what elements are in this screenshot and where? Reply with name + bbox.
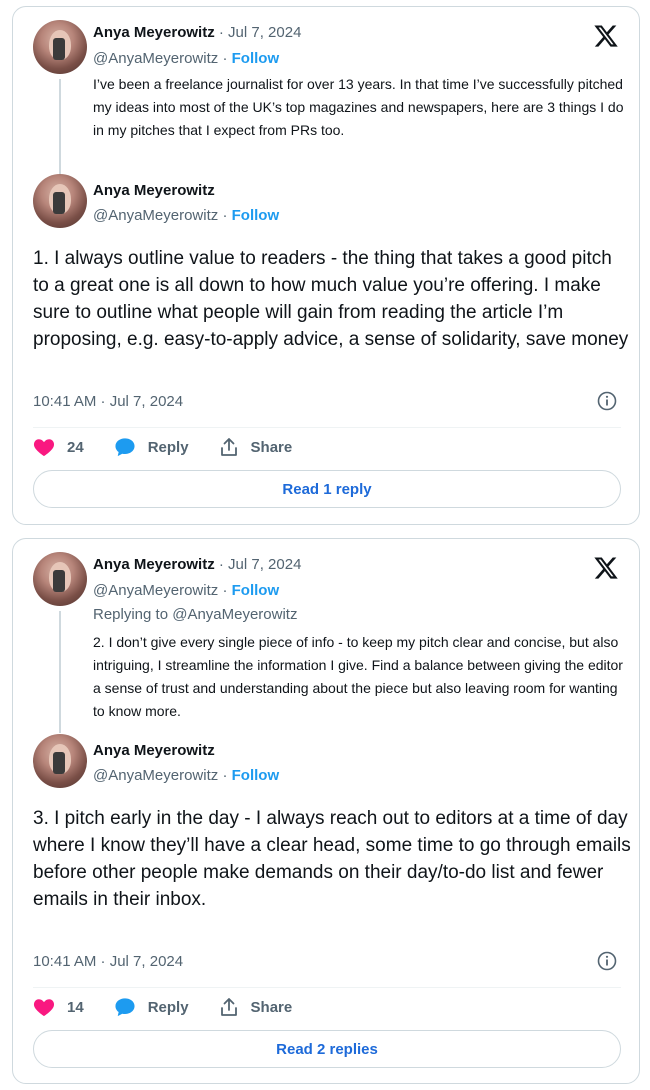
main-tweet-text: 3. I pitch early in the day - I always r… [33,808,631,910]
parent-handle-line: @AnyaMeyerowitz · Follow [93,50,279,67]
reply-button[interactable]: Reply [114,997,189,1017]
follow-link[interactable]: Follow [232,50,280,67]
parent-author-line: Anya Meyerowitz · Jul 7, 2024 [93,24,301,41]
main-tweet-text: 1. I always outline value to readers - t… [33,248,629,350]
reply-label: Reply [147,438,189,456]
avatar[interactable] [33,20,87,74]
author-name[interactable]: Anya Meyerowitz [93,182,215,199]
like-count: 14 [67,998,84,1016]
parent-tweet-text: 2. I don’t give every single piece of in… [93,634,623,719]
thread-line [59,611,61,733]
divider [33,987,621,988]
info-icon[interactable] [597,951,617,971]
replying-to-label[interactable]: Replying to @AnyaMeyerowitz [93,606,297,623]
thread-line [59,79,61,177]
like-button[interactable]: 14 [33,997,84,1017]
author-handle[interactable]: @AnyaMeyerowitz [93,582,218,599]
heart-icon [33,439,55,457]
author-handle[interactable]: @AnyaMeyerowitz [93,767,218,784]
tweet-embed-card: Anya Meyerowitz · Jul 7, 2024 @AnyaMeyer… [12,6,640,525]
follow-link[interactable]: Follow [232,207,280,224]
x-logo-icon[interactable] [593,555,619,581]
separator-dot: · [218,50,232,67]
share-icon [220,438,237,456]
speech-bubble-icon [115,998,135,1017]
share-button[interactable]: Share [219,437,293,457]
speech-bubble-icon [115,438,135,457]
main-handle-line: @AnyaMeyerowitz · Follow [93,767,279,784]
info-icon[interactable] [597,391,617,411]
author-handle[interactable]: @AnyaMeyerowitz [93,207,218,224]
tweet-timestamp[interactable]: 10:41 AM · Jul 7, 2024 [33,953,183,970]
read-replies-button[interactable]: Read 2 replies [33,1030,621,1068]
tweet-embed-card: Anya Meyerowitz · Jul 7, 2024 @AnyaMeyer… [12,538,640,1084]
divider [33,427,621,428]
separator-dot: · [218,207,232,224]
avatar[interactable] [33,174,87,228]
main-author-line: Anya Meyerowitz [93,742,215,759]
author-handle[interactable]: @AnyaMeyerowitz [93,50,218,67]
action-bar: 24 Reply Share [33,435,322,459]
main-handle-line: @AnyaMeyerowitz · Follow [93,207,279,224]
author-name[interactable]: Anya Meyerowitz [93,742,215,759]
tweet-date[interactable]: · Jul 7, 2024 [215,556,302,573]
heart-icon [33,999,55,1017]
follow-link[interactable]: Follow [232,582,280,599]
parent-tweet-text: I’ve been a freelance journalist for ove… [93,76,624,138]
like-count: 24 [67,438,84,456]
separator-dot: · [218,582,232,599]
author-name[interactable]: Anya Meyerowitz [93,556,215,573]
share-label: Share [250,998,293,1016]
parent-author-line: Anya Meyerowitz · Jul 7, 2024 [93,556,301,573]
avatar[interactable] [33,734,87,788]
share-icon [220,998,237,1016]
tweet-date[interactable]: · Jul 7, 2024 [215,24,302,41]
share-label: Share [250,438,293,456]
author-name[interactable]: Anya Meyerowitz [93,24,215,41]
parent-handle-line: @AnyaMeyerowitz · Follow [93,582,279,599]
reply-label: Reply [147,998,189,1016]
x-logo-icon[interactable] [593,23,619,49]
like-button[interactable]: 24 [33,437,84,457]
action-bar: 14 Reply Share [33,995,322,1019]
avatar[interactable] [33,552,87,606]
main-author-line: Anya Meyerowitz [93,182,215,199]
follow-link[interactable]: Follow [232,767,280,784]
share-button[interactable]: Share [219,997,293,1017]
read-replies-button[interactable]: Read 1 reply [33,470,621,508]
reply-button[interactable]: Reply [114,437,189,457]
separator-dot: · [218,767,232,784]
tweet-timestamp[interactable]: 10:41 AM · Jul 7, 2024 [33,393,183,410]
